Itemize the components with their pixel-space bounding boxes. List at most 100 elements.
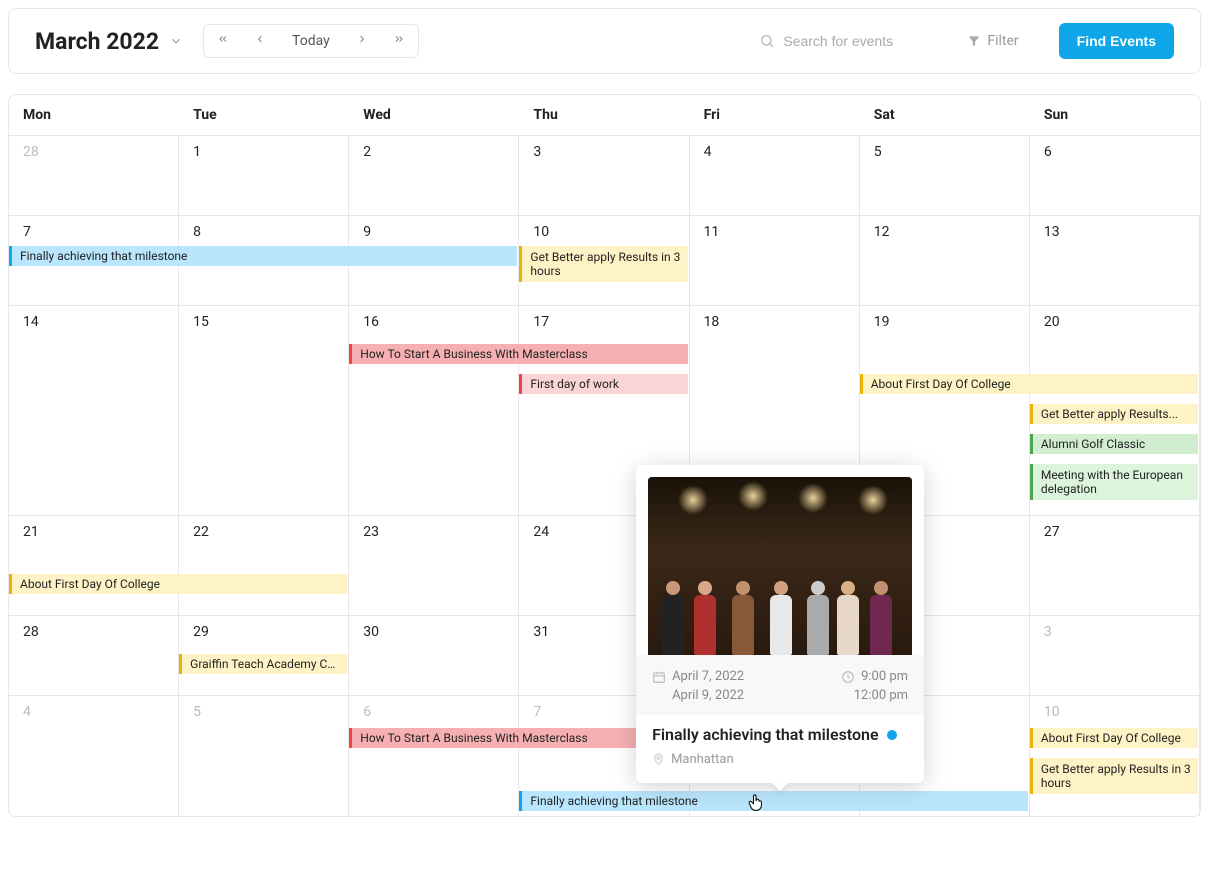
day-number: 22 [193, 524, 338, 540]
calendar-cell[interactable]: 10 [1030, 696, 1200, 816]
calendar-cell[interactable]: 6 [1030, 136, 1200, 215]
calendar-row: 14151617181920How To Start A Business Wi… [9, 306, 1200, 516]
calendar-header: MonTueWedThuFriSatSun [9, 95, 1200, 136]
calendar-cell[interactable]: 13 [1030, 216, 1200, 305]
calendar-cell[interactable]: 1 [179, 136, 349, 215]
calendar-cell[interactable]: 21 [9, 516, 179, 615]
day-number: 23 [363, 524, 508, 540]
calendar-cell[interactable]: 22 [179, 516, 349, 615]
calendar-cell[interactable]: 12 [860, 216, 1030, 305]
calendar-grid: MonTueWedThuFriSatSun 281234567891011121… [8, 94, 1201, 817]
calendar-cell[interactable]: 6 [349, 696, 519, 816]
day-number: 4 [23, 704, 168, 720]
event-bar[interactable]: Get Better apply Results... [1030, 404, 1198, 424]
search-wrap [759, 33, 923, 49]
day-number: 28 [23, 624, 168, 640]
calendar-row: 78910111213Finally achieving that milest… [9, 216, 1200, 306]
event-bar[interactable]: First day of work [519, 374, 687, 394]
calendar-cell[interactable]: 5 [860, 136, 1030, 215]
calendar-cell[interactable]: 2 [349, 136, 519, 215]
event-bar[interactable]: Get Better apply Results in 3 hours [1030, 758, 1198, 794]
event-date-start: April 7, 2022 [672, 669, 744, 684]
weekday-header: Sun [1030, 95, 1200, 135]
event-time-start: 9:00 pm [861, 669, 908, 684]
calendar-cell[interactable]: 28 [9, 616, 179, 695]
event-title: Finally achieving that milestone [636, 715, 924, 748]
calendar-cell[interactable]: 28 [9, 136, 179, 215]
calendar-cell[interactable]: 3 [519, 136, 689, 215]
calendar-cell[interactable]: 11 [690, 216, 860, 305]
event-bar[interactable]: About First Day Of College [9, 574, 347, 594]
calendar-cell[interactable]: 5 [179, 696, 349, 816]
chevron-right-icon [356, 33, 368, 45]
nav-last-button[interactable] [380, 25, 418, 57]
weekday-header: Tue [179, 95, 349, 135]
calendar-cell[interactable]: 30 [349, 616, 519, 695]
day-number: 5 [193, 704, 338, 720]
weekday-header: Wed [349, 95, 519, 135]
calendar-row: 2122232427About First Day Of College [9, 516, 1200, 616]
calendar-cell[interactable]: 4 [690, 136, 860, 215]
filter-label: Filter [987, 33, 1018, 49]
event-time-end: 12:00 pm [854, 688, 908, 703]
day-number: 13 [1044, 224, 1189, 240]
day-number: 1 [193, 144, 338, 160]
event-bar[interactable]: Meeting with the European delegation [1030, 464, 1198, 500]
event-bar[interactable]: How To Start A Business With Masterclass [349, 344, 687, 364]
nav-next-button[interactable] [344, 25, 380, 57]
calendar-row: 28 1234 5 6 [9, 136, 1200, 216]
calendar-cell[interactable]: 27 [1030, 516, 1200, 615]
double-chevron-right-icon [392, 33, 406, 45]
weekday-header: Fri [690, 95, 860, 135]
month-title-text: March 2022 [35, 28, 159, 55]
calendar-row: 28293031123Graiffin Teach Academy Camp [9, 616, 1200, 696]
day-number: 8 [193, 224, 338, 240]
nav-today-button[interactable]: Today [278, 25, 344, 57]
chevron-down-icon [169, 34, 183, 48]
day-number: 14 [23, 314, 168, 330]
event-bar[interactable]: Alumni Golf Classic [1030, 434, 1198, 454]
day-number: 16 [363, 314, 508, 330]
day-number: 27 [1044, 524, 1189, 540]
day-number: 29 [193, 624, 338, 640]
event-location-text: Manhattan [671, 752, 734, 767]
event-bar[interactable]: About First Day Of College [860, 374, 1198, 394]
nav-prev-button[interactable] [242, 25, 278, 57]
day-number: 6 [363, 704, 508, 720]
day-number: 5 [874, 144, 1019, 160]
event-color-dot [887, 730, 897, 740]
day-number: 6 [1044, 144, 1190, 160]
date-nav-group: Today [203, 24, 419, 58]
day-number: 3 [1044, 624, 1189, 640]
event-bar[interactable]: Graiffin Teach Academy Camp [179, 654, 347, 674]
day-number: 10 [533, 224, 678, 240]
clock-icon [841, 670, 855, 684]
event-bar[interactable]: About First Day Of College [1030, 728, 1198, 748]
search-input[interactable] [783, 33, 923, 49]
event-bar[interactable]: Finally achieving that milestone [9, 246, 517, 266]
filter-button[interactable]: Filter [967, 33, 1018, 49]
day-number: 4 [704, 144, 849, 160]
pin-icon [652, 753, 665, 766]
day-number: 30 [363, 624, 508, 640]
weekday-header: Mon [9, 95, 179, 135]
calendar-row: 4567810How To Start A Business With Mast… [9, 696, 1200, 816]
day-number: 20 [1044, 314, 1189, 330]
calendar-cell[interactable]: 23 [349, 516, 519, 615]
find-events-button[interactable]: Find Events [1059, 23, 1174, 59]
calendar-cell[interactable]: 4 [9, 696, 179, 816]
event-meta: April 7, 2022 9:00 pm April 9, 2022 12:0… [636, 655, 924, 715]
calendar-cell[interactable]: 15 [179, 306, 349, 515]
calendar-cell[interactable]: 3 [1030, 616, 1200, 695]
day-number: 21 [23, 524, 168, 540]
calendar-toolbar: March 2022 Today Filter Find Events [8, 8, 1201, 74]
calendar-cell[interactable]: 16 [349, 306, 519, 515]
event-bar[interactable]: Finally achieving that milestone [519, 791, 1027, 811]
day-number: 17 [533, 314, 678, 330]
page-title[interactable]: March 2022 [35, 28, 183, 55]
calendar-cell[interactable]: 14 [9, 306, 179, 515]
event-popover: April 7, 2022 9:00 pm April 9, 2022 12:0… [636, 465, 924, 783]
day-number: 12 [874, 224, 1019, 240]
event-bar[interactable]: Get Better apply Results in 3 hours [519, 246, 687, 282]
nav-first-button[interactable] [204, 25, 242, 57]
